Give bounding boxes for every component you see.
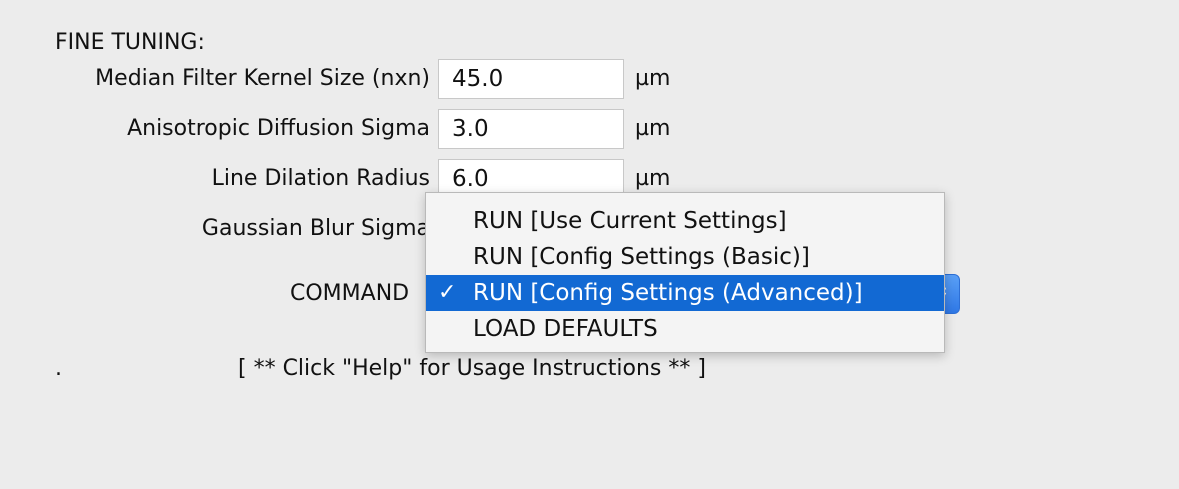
- menu-item-run-advanced[interactable]: ✓ RUN [Config Settings (Advanced)]: [426, 275, 944, 311]
- menu-item-label: LOAD DEFAULTS: [473, 316, 658, 342]
- median-filter-label: Median Filter Kernel Size (nxn): [95, 66, 430, 91]
- menu-item-label: RUN [Config Settings (Advanced)]: [473, 280, 863, 306]
- anisotropic-sigma-unit: µm: [635, 116, 671, 141]
- median-filter-unit: µm: [635, 66, 671, 91]
- line-dilation-unit: µm: [635, 166, 671, 191]
- menu-item-label: RUN [Config Settings (Basic)]: [473, 244, 810, 270]
- command-dropdown-menu: RUN [Use Current Settings] RUN [Config S…: [425, 192, 945, 353]
- anisotropic-sigma-label: Anisotropic Diffusion Sigma: [127, 116, 430, 141]
- menu-item-label: RUN [Use Current Settings]: [473, 208, 787, 234]
- line-dilation-label: Line Dilation Radius: [211, 166, 430, 191]
- menu-item-load-defaults[interactable]: LOAD DEFAULTS: [426, 311, 944, 347]
- menu-item-run-basic[interactable]: RUN [Config Settings (Basic)]: [426, 239, 944, 275]
- menu-item-run-current[interactable]: RUN [Use Current Settings]: [426, 203, 944, 239]
- fine-tuning-heading: FINE TUNING:: [55, 30, 205, 55]
- command-label: COMMAND: [290, 281, 410, 306]
- median-filter-field[interactable]: 45.0: [438, 59, 624, 99]
- footer-dot: .: [55, 356, 62, 381]
- checkmark-icon: ✓: [438, 280, 457, 305]
- help-instructions-text: [ ** Click "Help" for Usage Instructions…: [238, 356, 706, 381]
- gaussian-blur-label: Gaussian Blur Sigma: [201, 216, 430, 241]
- anisotropic-sigma-field[interactable]: 3.0: [438, 109, 624, 149]
